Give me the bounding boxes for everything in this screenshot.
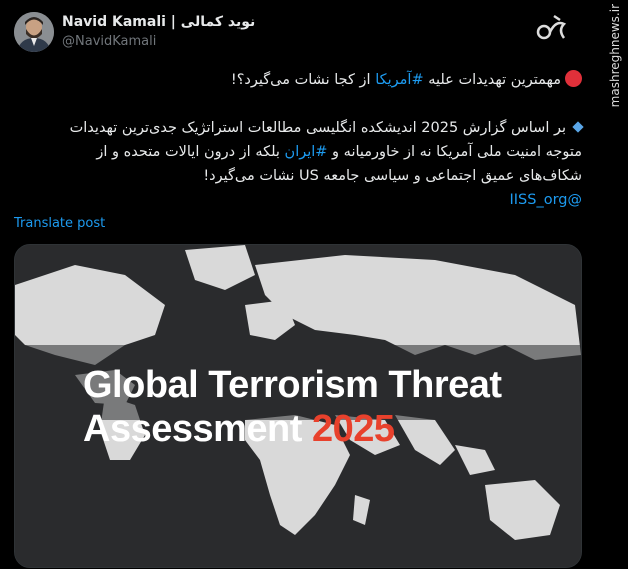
translate-post-link[interactable]: Translate post bbox=[14, 216, 105, 231]
card-title-line2: Assessment 2025 bbox=[83, 407, 502, 451]
line1-suffix: از کجا نشات می‌گیرد؟! bbox=[230, 72, 376, 88]
brand-logo-icon bbox=[534, 10, 570, 46]
display-name[interactable]: Navid Kamali | نوید کمالی bbox=[62, 14, 255, 30]
hashtag-iran[interactable]: #ایران bbox=[285, 144, 328, 160]
tweet-paragraph-2: بر اساس گزارش 2025 اندیشکده انگلیسی مطال… bbox=[40, 116, 584, 188]
watermark: mashreghnews.ir bbox=[608, 4, 622, 108]
avatar[interactable] bbox=[14, 12, 54, 52]
card-title: Global Terrorism Threat Assessment 2025 bbox=[83, 363, 502, 451]
card-title-line2-prefix: Assessment bbox=[83, 408, 312, 450]
mention-iiss[interactable]: @IISS_org bbox=[510, 192, 583, 208]
blue-diamond-icon bbox=[572, 121, 584, 133]
tweet-line-1: مهمترین تهدیدات علیه #آمریکا از کجا نشات… bbox=[40, 68, 582, 92]
user-handle[interactable]: @NavidKamali bbox=[62, 34, 156, 49]
card-title-line1: Global Terrorism Threat bbox=[83, 364, 502, 406]
media-card[interactable]: Global Terrorism Threat Assessment 2025 bbox=[14, 244, 582, 568]
hashtag-america[interactable]: #آمریکا bbox=[375, 72, 423, 88]
tweet-text: مهمترین تهدیدات علیه #آمریکا از کجا نشات… bbox=[40, 68, 584, 212]
card-title-year: 2025 bbox=[311, 408, 395, 450]
red-circle-icon bbox=[565, 70, 582, 87]
line1-prefix: مهمترین تهدیدات علیه bbox=[423, 72, 561, 88]
